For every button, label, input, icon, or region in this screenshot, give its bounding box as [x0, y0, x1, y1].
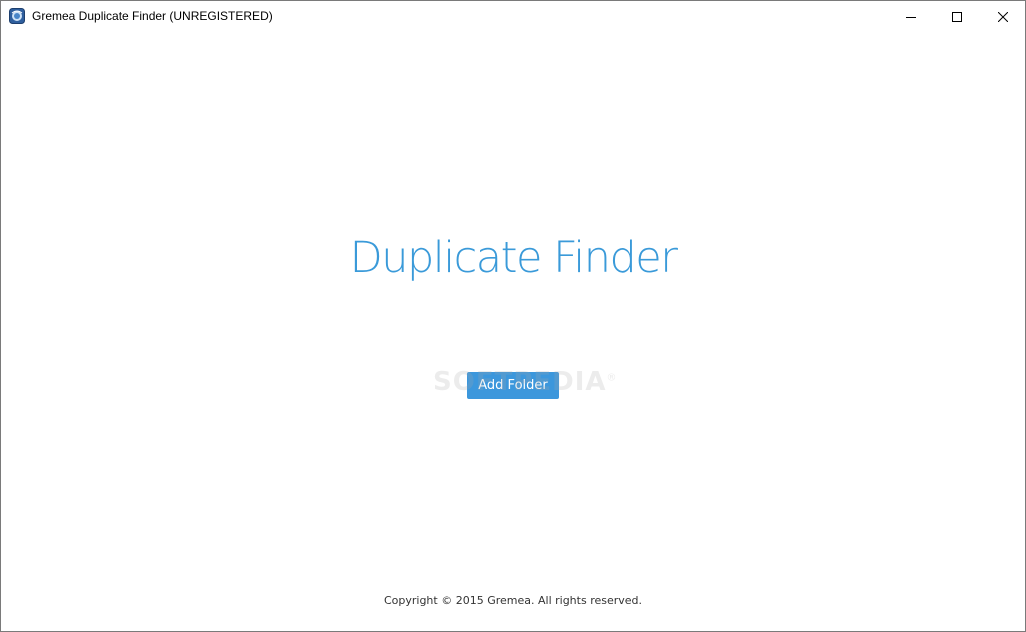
close-icon	[998, 11, 1008, 22]
app-icon[interactable]	[9, 8, 25, 24]
title-bar[interactable]: Gremea Duplicate Finder (UNREGISTERED)	[1, 1, 1025, 32]
close-button[interactable]	[980, 1, 1025, 32]
window-title: Gremea Duplicate Finder (UNREGISTERED)	[32, 9, 273, 23]
minimize-button[interactable]	[888, 1, 934, 32]
watermark-registered-mark: ®	[606, 372, 618, 384]
maximize-button[interactable]	[934, 1, 980, 32]
app-window: Gremea Duplicate Finder (UNREGISTERED) D…	[0, 0, 1026, 632]
minimize-icon	[906, 16, 916, 18]
app-heading: Duplicate Finder	[349, 233, 678, 283]
maximize-icon	[952, 11, 962, 22]
add-folder-button[interactable]: Add Folder	[467, 372, 559, 399]
copyright-text: Copyright © 2015 Gremea. All rights rese…	[383, 594, 643, 607]
